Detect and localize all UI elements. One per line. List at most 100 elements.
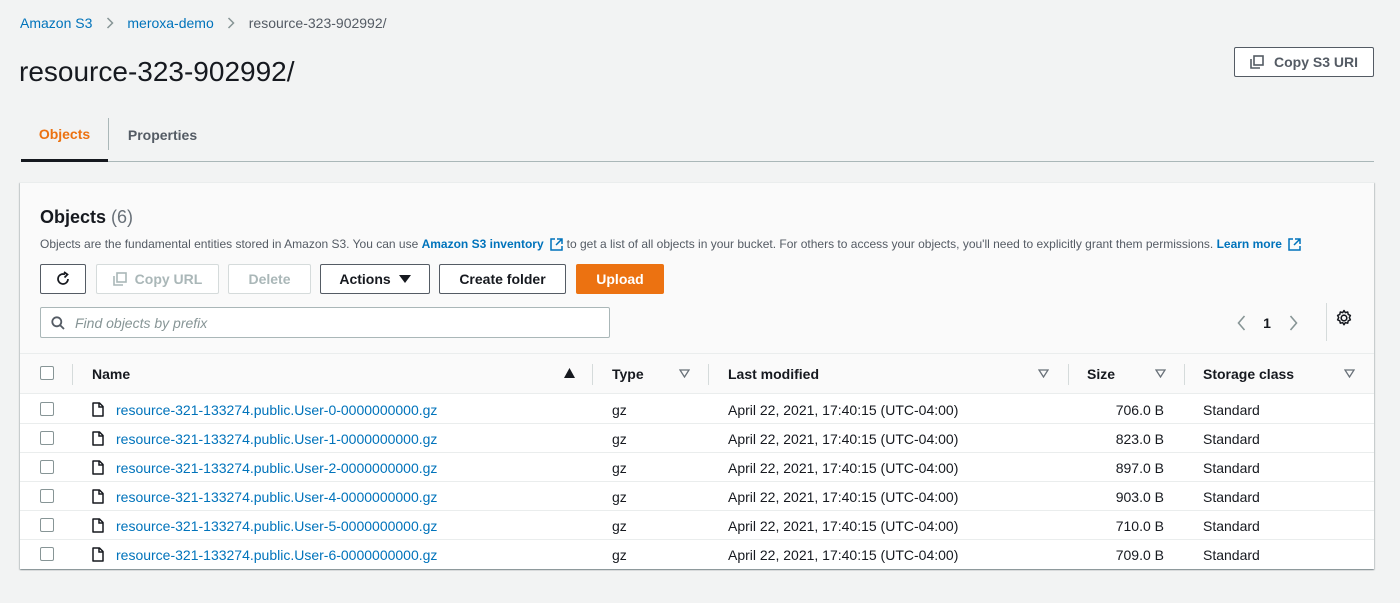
type-cell: gz xyxy=(612,459,627,476)
upload-label: Upload xyxy=(596,271,644,287)
copy-s3-uri-label: Copy S3 URI xyxy=(1273,54,1358,70)
storage-class-cell: Standard xyxy=(1203,401,1260,418)
inventory-link[interactable]: Amazon S3 inventory xyxy=(422,237,567,251)
upload-button[interactable]: Upload xyxy=(576,264,664,294)
table-row[interactable]: resource-321-133274.public.User-5-000000… xyxy=(20,511,1374,540)
objects-count: (6) xyxy=(111,207,134,227)
storage-class-cell: Standard xyxy=(1203,459,1260,476)
tab-objects[interactable]: Objects xyxy=(21,108,108,162)
search-input[interactable] xyxy=(73,313,609,332)
type-cell: gz xyxy=(612,430,627,447)
type-cell: gz xyxy=(612,488,627,505)
name-cell: resource-321-133274.public.User-5-000000… xyxy=(92,511,437,540)
breadcrumb: Amazon S3 meroxa-demo resource-323-90299… xyxy=(20,14,387,32)
size-cell: 823.0 B xyxy=(1115,430,1164,447)
name-cell: resource-321-133274.public.User-1-000000… xyxy=(92,424,437,453)
table-row[interactable]: resource-321-133274.public.User-0-000000… xyxy=(20,395,1374,424)
row-checkbox[interactable] xyxy=(40,489,54,503)
row-checkbox[interactable] xyxy=(40,460,54,474)
storage-class-cell: Standard xyxy=(1203,430,1260,447)
select-all-checkbox[interactable] xyxy=(40,366,54,380)
description-text-post: to get a list of all objects in your buc… xyxy=(566,237,1214,251)
learn-more-label: Learn more xyxy=(1216,237,1282,251)
breadcrumb-amazon-s3[interactable]: Amazon S3 xyxy=(20,15,92,31)
column-header-last-modified[interactable]: Last modified xyxy=(728,354,819,394)
table-row[interactable]: resource-321-133274.public.User-1-000000… xyxy=(20,424,1374,453)
column-divider xyxy=(1068,364,1069,385)
column-header-size[interactable]: Size xyxy=(1087,354,1115,394)
storage-class-cell: Standard xyxy=(1203,517,1260,534)
page-number[interactable]: 1 xyxy=(1252,315,1282,331)
object-link[interactable]: resource-321-133274.public.User-5-000000… xyxy=(116,518,437,534)
last-modified-cell: April 22, 2021, 17:40:15 (UTC-04:00) xyxy=(728,459,959,476)
search-icon xyxy=(51,315,65,330)
column-header-name[interactable]: Name xyxy=(92,354,130,394)
delete-label: Delete xyxy=(248,271,291,287)
create-folder-button[interactable]: Create folder xyxy=(439,264,566,294)
file-icon xyxy=(92,518,104,533)
sort-icon[interactable] xyxy=(1155,369,1166,378)
name-cell: resource-321-133274.public.User-6-000000… xyxy=(92,540,437,569)
copy-icon xyxy=(112,272,127,286)
delete-button[interactable]: Delete xyxy=(228,264,311,294)
sort-ascending-icon[interactable] xyxy=(564,368,575,378)
name-cell: resource-321-133274.public.User-2-000000… xyxy=(92,453,437,482)
type-cell: gz xyxy=(612,401,627,418)
sort-icon[interactable] xyxy=(679,369,690,378)
chevron-right-icon[interactable] xyxy=(1282,314,1304,331)
objects-header: Objects (6) Objects are the fundamental … xyxy=(20,183,1374,354)
sort-icon[interactable] xyxy=(1344,369,1355,378)
name-cell: resource-321-133274.public.User-4-000000… xyxy=(92,482,437,511)
storage-class-cell: Standard xyxy=(1203,488,1260,505)
actions-label: Actions xyxy=(339,271,391,287)
breadcrumb-bucket[interactable]: meroxa-demo xyxy=(127,15,213,31)
external-link-icon xyxy=(549,237,563,251)
settings-icon[interactable] xyxy=(1334,308,1354,328)
row-checkbox[interactable] xyxy=(40,431,54,445)
row-checkbox[interactable] xyxy=(40,547,54,561)
file-icon xyxy=(92,431,104,446)
pagination: 1 xyxy=(1230,307,1304,338)
tab-properties[interactable]: Properties xyxy=(109,108,216,161)
size-cell: 897.0 B xyxy=(1115,459,1164,476)
last-modified-cell: April 22, 2021, 17:40:15 (UTC-04:00) xyxy=(728,488,959,505)
copy-url-button[interactable]: Copy URL xyxy=(96,264,219,294)
object-link[interactable]: resource-321-133274.public.User-1-000000… xyxy=(116,431,437,447)
chevron-left-icon[interactable] xyxy=(1230,314,1252,331)
object-link[interactable]: resource-321-133274.public.User-4-000000… xyxy=(116,489,437,505)
column-header-type[interactable]: Type xyxy=(612,354,644,394)
copy-s3-uri-button[interactable]: Copy S3 URI xyxy=(1234,47,1374,77)
column-divider xyxy=(1184,364,1185,385)
sort-icon[interactable] xyxy=(1038,369,1049,378)
last-modified-cell: April 22, 2021, 17:40:15 (UTC-04:00) xyxy=(728,546,959,563)
learn-more-link[interactable]: Learn more xyxy=(1217,237,1305,251)
caret-down-icon xyxy=(398,275,411,283)
type-cell: gz xyxy=(612,546,627,563)
table-row[interactable]: resource-321-133274.public.User-2-000000… xyxy=(20,453,1374,482)
chevron-right-icon xyxy=(214,17,249,29)
table-row[interactable]: resource-321-133274.public.User-6-000000… xyxy=(20,540,1374,569)
column-header-storage-class[interactable]: Storage class xyxy=(1203,354,1294,394)
file-icon xyxy=(92,547,104,562)
column-divider xyxy=(72,364,73,385)
row-checkbox[interactable] xyxy=(40,518,54,532)
breadcrumb-current: resource-323-902992/ xyxy=(248,15,387,31)
tab-bar: Objects Properties xyxy=(21,108,1374,162)
last-modified-cell: April 22, 2021, 17:40:15 (UTC-04:00) xyxy=(728,517,959,534)
size-cell: 706.0 B xyxy=(1115,401,1164,418)
copy-url-label: Copy URL xyxy=(134,271,203,287)
object-link[interactable]: resource-321-133274.public.User-6-000000… xyxy=(116,547,437,563)
object-link[interactable]: resource-321-133274.public.User-2-000000… xyxy=(116,460,437,476)
chevron-right-icon xyxy=(92,17,127,29)
refresh-button[interactable] xyxy=(40,264,86,294)
inventory-link-label: Amazon S3 inventory xyxy=(421,237,544,251)
copy-icon xyxy=(1250,55,1264,69)
column-divider xyxy=(592,364,593,385)
table-row[interactable]: resource-321-133274.public.User-4-000000… xyxy=(20,482,1374,511)
size-cell: 903.0 B xyxy=(1115,488,1164,505)
actions-dropdown-button[interactable]: Actions xyxy=(320,264,430,294)
storage-class-cell: Standard xyxy=(1203,546,1260,563)
object-link[interactable]: resource-321-133274.public.User-0-000000… xyxy=(116,402,437,418)
objects-description: Objects are the fundamental entities sto… xyxy=(40,237,1305,251)
row-checkbox[interactable] xyxy=(40,402,54,416)
